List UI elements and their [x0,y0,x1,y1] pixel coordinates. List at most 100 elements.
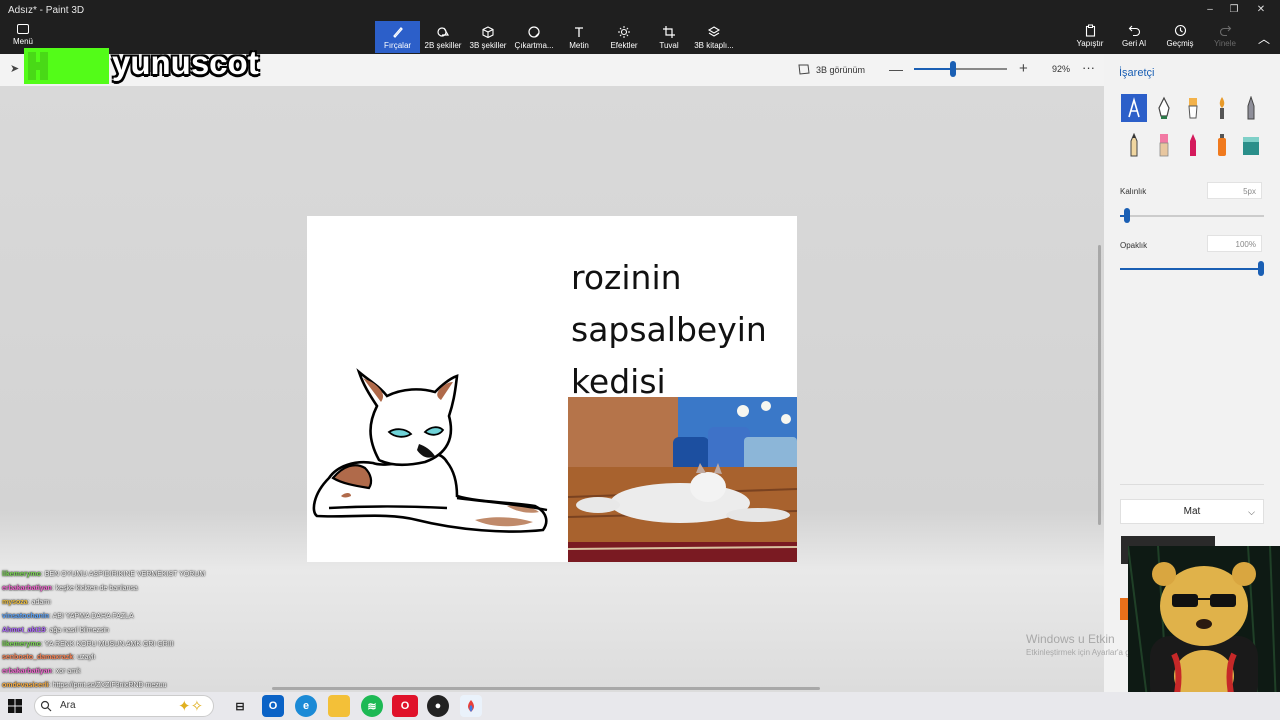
chat-text: : YA RENK KORU MUSUN AMK GRI GRIII [40,640,174,648]
undo-label: Geri Al [1121,39,1146,48]
chat-username[interactable]: vinsatochanin [2,613,49,620]
tab-canvas[interactable]: Tuval [654,21,684,53]
chat-text: : ABI YAPMA DAHA FAZLA [49,612,134,620]
chat-username[interactable]: likemerymo [2,571,41,578]
chat-username[interactable]: Ahmet_akt19 [2,627,46,634]
chat-text: : uzaylı [73,654,96,662]
tab-label: Fırçalar [383,41,412,50]
finish-dropdown[interactable]: Mat ⌵ [1120,499,1264,524]
tab-2d-shapes[interactable]: 2B şekiller [423,21,463,53]
close-button[interactable]: ✕ [1249,2,1273,18]
select-arrow-icon[interactable]: ➤ [10,62,19,75]
finish-value: Mat [1183,506,1201,517]
undo-icon [1128,25,1140,37]
sparkle-icon: ✦✧ [178,698,204,715]
chat-message: likemerymo: BEN OYUMU ASPIDIRIKINE VERME… [2,568,262,582]
calligraphy-pen-icon[interactable] [1151,94,1177,122]
chevron-down-icon: ⌵ [1248,507,1255,517]
zoom-slider-fill [914,68,954,70]
tab-text[interactable]: Metin [563,21,595,53]
tab-effects[interactable]: Efektler [606,21,642,53]
crayon-icon[interactable] [1180,131,1206,159]
thickness-label: Kalınlık [1120,187,1147,196]
chat-text: : ağa nasıl bilmezsin [45,626,109,634]
watermark-line: Windows u Etkin [1026,632,1115,646]
tab-label: Efektler [610,41,638,50]
chat-username[interactable]: mysoza [2,599,28,606]
eraser-icon[interactable] [1151,131,1177,159]
brush-icon [392,27,403,38]
chat-message: erbakarbatiyan: keşke kickten de banlans… [2,582,262,596]
file-explorer-icon[interactable] [328,695,350,717]
stream-chat: likemerymo: BEN OYUMU ASPIDIRIKINE VERME… [2,568,262,707]
search-icon [40,700,52,712]
library-icon [707,26,721,37]
vertical-scrollbar[interactable] [1098,245,1101,525]
drawing-canvas[interactable]: rozinin sapsalbeyin kedisi [307,216,797,562]
shapes-2d-icon [437,27,450,37]
watercolor-brush-icon[interactable] [1209,94,1235,122]
opera-icon[interactable]: O [392,695,418,717]
tab-label: 2B şekiller [424,41,462,50]
paste-button[interactable]: Yapıştır [1075,24,1105,48]
chat-message: Ahmet_akt19: ağa nasıl bilmezsin [2,624,262,638]
search-placeholder: Ara [60,700,76,711]
horizontal-scrollbar[interactable] [272,687,820,690]
chat-username[interactable]: likemerymo [2,641,41,648]
zoom-out-button[interactable]: — [889,61,903,77]
edge-icon[interactable]: e [295,695,317,717]
view-3d-label: 3B görünüm [816,64,866,75]
windows-start-icon[interactable] [8,699,22,713]
marker-brush-icon[interactable] [1121,94,1147,122]
paint-3d-icon[interactable] [460,695,482,717]
sun-icon [618,26,630,38]
spotify-icon[interactable]: ≋ [361,695,383,717]
task-view-icon[interactable]: ⊟ [229,695,251,717]
tab-3d-library[interactable]: 3B kitaplı... [692,21,736,53]
paste-label: Yapıştır [1076,39,1104,48]
thickness-slider-thumb[interactable] [1124,208,1131,223]
watermark-line: Etkinleştirmek için Ayarlar'a gidin [1026,648,1143,657]
pencil-icon[interactable] [1121,131,1147,159]
chat-text: : BEN OYUMU ASPIDIRIKINE VERMEKIST YORUM [40,571,206,578]
chat-username[interactable]: erbakarbatiyan [2,585,52,592]
chat-text: : https://pmt.sc/ZXZIF3nicRND mezuu [48,682,167,690]
tab-stickers[interactable]: Çıkartma... [512,21,556,53]
thickness-slider[interactable] [1120,215,1264,217]
redo-button[interactable]: Yinele [1212,24,1238,48]
pixel-pen-icon[interactable] [1238,94,1264,122]
tab-brushes[interactable]: Fırçalar [375,21,420,53]
thickness-input[interactable]: 5px [1207,182,1262,199]
game-app-icon[interactable]: ● [427,695,449,717]
opacity-slider-thumb[interactable] [1258,261,1264,276]
window-title: Adsız* - Paint 3D [8,5,85,16]
chat-username[interactable]: omdevasicerli [2,682,49,689]
redo-label: Yinele [1214,39,1236,48]
oil-brush-icon[interactable] [1180,94,1206,122]
zoom-value: 92% [1052,64,1071,74]
tab-label: 3B şekiller [469,41,507,50]
chat-username[interactable]: erbakarbatiyan [2,668,52,675]
maximize-button[interactable]: ❐ [1222,2,1246,18]
cat-photo[interactable] [568,397,797,562]
canvas-text-line: sapsalbeyin [571,310,767,349]
chat-username[interactable]: senbosto_damaxrazk [2,654,73,661]
history-button[interactable]: Geçmiş [1165,24,1195,48]
opacity-input[interactable]: 100% [1207,235,1262,252]
panel-divider [1120,484,1264,485]
chat-text: : xor amk [51,668,81,676]
history-label: Geçmiş [1166,39,1194,48]
canvas-text-block[interactable]: rozinin sapsalbeyin kedisi [571,252,767,408]
crop-icon [663,26,675,38]
tab-3d-shapes[interactable]: 3B şekiller [468,21,508,53]
zoom-slider-thumb[interactable] [950,61,957,77]
undo-button[interactable]: Geri Al [1121,24,1147,48]
outlook-icon[interactable]: O [262,695,284,717]
spray-can-icon[interactable] [1209,131,1235,159]
fill-bucket-icon[interactable] [1238,131,1264,159]
view-3d-button[interactable]: 3B görünüm [798,64,865,75]
minimize-button[interactable]: – [1198,2,1222,18]
more-options-button[interactable]: ··· [1082,60,1095,75]
collapse-ribbon-button[interactable]: ︿ [1256,30,1272,47]
zoom-in-button[interactable]: + [1019,60,1028,77]
